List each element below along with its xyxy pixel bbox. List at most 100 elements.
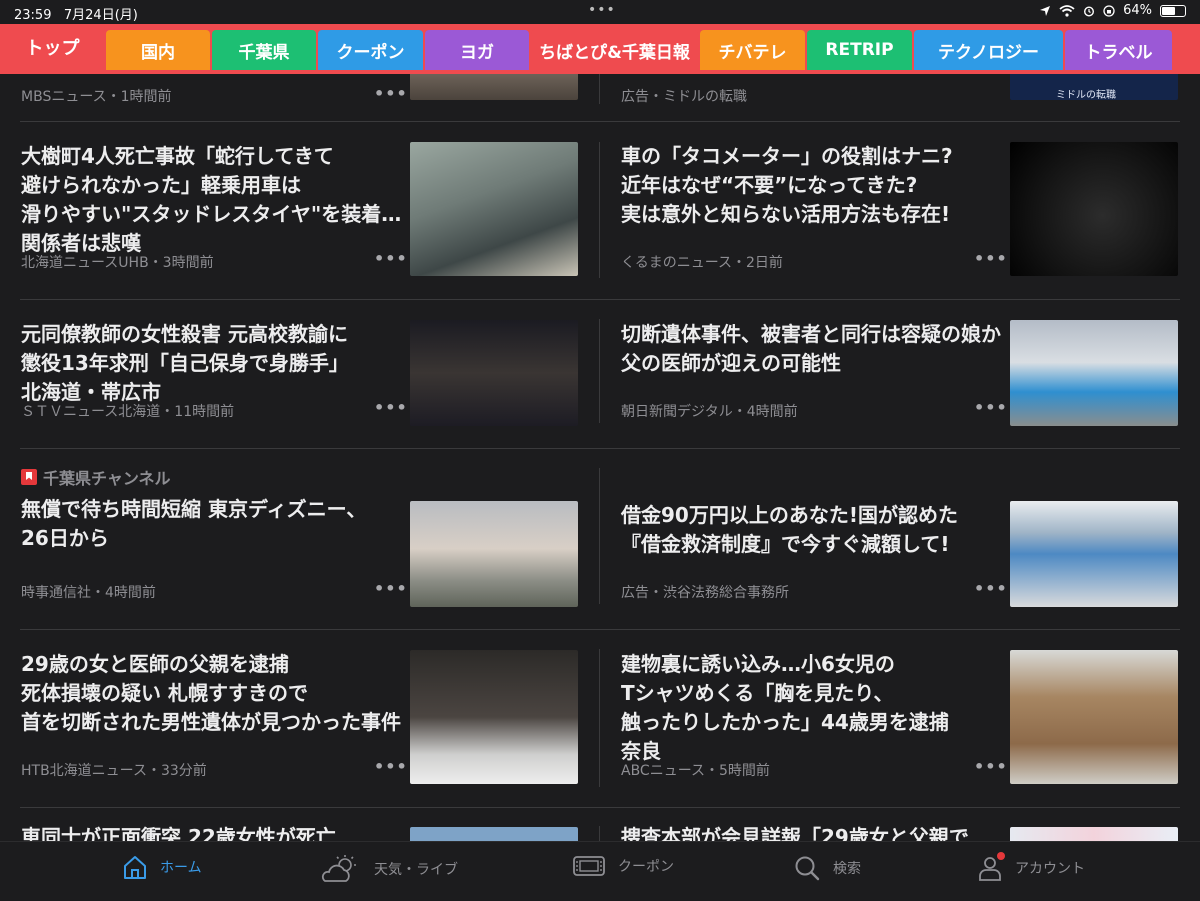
article-headline[interactable]: 借金90万円以上のあなた!国が認めた 『借金救済制度』で今すぐ減額して! [621,501,1001,559]
headline-line: 懲役13年求刑「自己保身で身勝手」 [21,351,349,375]
article-card[interactable]: 切断遺体事件、被害者と同行は容疑の娘か 父の医師が迎えの可能性朝日新聞デジタル・4… [600,299,1200,448]
article-thumbnail [410,650,578,784]
headline-line: Tシャツめくる「胸を見たり、 [621,681,894,705]
article-thumbnail [410,74,578,100]
channel-label[interactable]: 千葉県チャンネル [21,465,171,489]
article-thumbnail [1010,142,1178,276]
article-headline[interactable]: 建物裏に誘い込み…小6女児の Tシャツめくる「胸を見たり、 触ったりしたかった」44… [621,650,1001,766]
lock-rotation-icon [1103,4,1115,17]
more-options-icon[interactable]: ••• [374,84,408,103]
alarm-icon [1084,5,1095,17]
ad-card-partial-right[interactable]: 広告・ミドルの転職 ミドルの転職 [600,74,1200,121]
article-thumbnail [410,142,578,276]
status-bar: 23:59 7月24日(月) ••• 64% [0,0,1200,24]
article-headline[interactable]: 元同僚教師の女性殺害 元高校教諭に 懲役13年求刑「自己保身で身勝手」 北海道・帯広… [21,320,401,407]
tab-1[interactable]: 国内 [106,30,210,70]
headline-line: 車の「タコメーター」の役割はナニ? [621,144,953,168]
article-card[interactable]: 借金90万円以上のあなた!国が認めた 『借金救済制度』で今すぐ減額して! 広告・渋谷… [600,448,1200,629]
home-icon [122,854,148,880]
headline-line: 『借金救済制度』で今すぐ減額して! [621,532,950,556]
article-card-partial[interactable]: 捜査本部が会見詳報「29歳女と父親で [600,808,1200,841]
headline-line: 元同僚教師の女性殺害 元高校教諭に [21,322,348,346]
headline-line: 滑りやすい"スタッドレスタイヤ"を装着… [21,202,402,226]
article-card-partial[interactable]: 車同士が正面衝突 22歳女性が死亡 [0,808,600,841]
article-thumbnail [410,320,578,426]
article-headline[interactable]: 車同士が正面衝突 22歳女性が死亡 [21,823,336,841]
tab-overflow[interactable] [1174,30,1200,70]
tab-7[interactable]: RETRIP [807,30,912,70]
article-headline[interactable]: 切断遺体事件、被害者と同行は容疑の娘か 父の医師が迎えの可能性 [621,320,1001,378]
article-meta: くるまのニュース・2日前 [621,255,783,271]
more-options-icon[interactable]: ••• [374,249,408,268]
bottom-navigation: ホーム 天気・ライブ クーポン 検索 アカウント [0,841,1200,901]
headline-line: 死体損壊の疑い 札幌すすきので [21,681,308,705]
tab-2[interactable]: 千葉県 [212,30,316,70]
more-options-icon[interactable]: ••• [974,249,1008,268]
more-options-icon[interactable]: ••• [974,579,1008,598]
channel-name: 千葉県チャンネル [43,469,171,488]
article-meta: HTB北海道ニュース・33分前 [21,763,207,779]
tab-4[interactable]: ヨガ [425,30,529,70]
headline-line: 近年はなぜ“不要”になってきた? [621,173,918,197]
article-card[interactable]: 元同僚教師の女性殺害 元高校教諭に 懲役13年求刑「自己保身で身勝手」 北海道・帯広… [0,299,600,448]
column-divider [599,468,600,604]
article-card[interactable]: 建物裏に誘い込み…小6女児の Tシャツめくる「胸を見たり、 触ったりしたかった」44… [600,629,1200,807]
tab-0[interactable]: トップ [0,24,105,70]
headline-line: 避けられなかった」軽乗用車は [21,173,301,197]
article-card[interactable]: 千葉県チャンネル 無償で待ち時間短縮 東京ディズニー、 26日から 時事通信社・4時間… [0,448,600,629]
article-meta: 広告・ミドルの転職 [621,89,747,105]
article-card[interactable]: 車の「タコメーター」の役割はナニ? 近年はなぜ“不要”になってきた? 実は意外と知ら… [600,122,1200,299]
row-separator [20,629,1180,630]
headline-line: 実は意外と知らない活用方法も存在! [621,202,951,226]
battery-icon [1160,4,1186,17]
nav-label: 検索 [833,861,861,877]
article-meta: 朝日新聞デジタル・4時間前 [621,404,798,420]
headline-line: 父の医師が迎えの可能性 [621,351,841,375]
article-meta: ＳＴＶニュース北海道・11時間前 [21,404,235,420]
nav-label: 天気・ライブ [374,862,458,878]
article-headline[interactable]: 大樹町4人死亡事故「蛇行してきて 避けられなかった」軽乗用車は滑りやすい"スタッド… [21,142,401,258]
tab-8[interactable]: テクノロジー [914,30,1063,70]
more-options-icon[interactable]: ••• [974,398,1008,417]
more-options-icon[interactable]: ••• [974,757,1008,776]
article-card[interactable]: 29歳の女と医師の父親を逮捕 死体損壊の疑い 札幌すすきので 首を切断された男性遺体… [0,629,600,807]
weather-icon [318,854,362,884]
tab-9[interactable]: トラベル [1065,30,1172,70]
headline-line: 首を切断された男性遺体が見つかった事件 [21,710,401,734]
article-thumbnail [1010,650,1178,784]
multitasking-dots-icon[interactable]: ••• [588,2,616,18]
more-options-icon[interactable]: ••• [374,579,408,598]
article-headline[interactable]: 29歳の女と医師の父親を逮捕 死体損壊の疑い 札幌すすきので 首を切断された男性遺体… [21,650,401,737]
article-thumbnail [1010,827,1178,841]
nav-item-0[interactable]: ホーム [122,854,202,880]
headline-line: 無償で待ち時間短縮 東京ディズニー、 [21,497,367,521]
nav-item-2[interactable]: クーポン [572,854,674,878]
nav-item-1[interactable]: 天気・ライブ [318,854,458,884]
nav-item-3[interactable]: 検索 [793,854,861,882]
ad-thumbnail: ミドルの転職 [1010,74,1178,100]
headline-line: 大樹町4人死亡事故「蛇行してきて [21,144,334,168]
article-thumbnail [410,501,578,607]
article-card-partial-left[interactable]: MBSニュース・1時間前 ••• [0,74,600,121]
column-divider [599,142,600,278]
coupon-icon [572,854,606,878]
tab-5[interactable]: ちばとぴ&千葉日報 [531,30,698,70]
article-headline[interactable]: 無償で待ち時間短縮 東京ディズニー、 26日から [21,495,401,553]
search-icon [793,854,821,882]
bookmark-icon [21,469,37,485]
tab-3[interactable]: クーポン [318,30,423,70]
ad-thumbnail-text: ミドルの転職 [1056,90,1116,100]
article-thumbnail [410,827,578,841]
nav-label: ホーム [160,860,202,876]
article-meta: MBSニュース・1時間前 [21,89,172,105]
article-headline[interactable]: 車の「タコメーター」の役割はナニ? 近年はなぜ“不要”になってきた? 実は意外と知ら… [621,142,1001,229]
tab-6[interactable]: チバテレ [700,30,805,70]
article-card[interactable]: 大樹町4人死亡事故「蛇行してきて 避けられなかった」軽乗用車は滑りやすい"スタッド… [0,122,600,299]
headline-line: 26日から [21,526,109,550]
more-options-icon[interactable]: ••• [374,398,408,417]
more-options-icon[interactable]: ••• [374,757,408,776]
nav-item-4[interactable]: アカウント [977,852,1085,882]
column-divider [599,649,600,787]
battery-percent: 64% [1123,3,1152,18]
article-headline[interactable]: 捜査本部が会見詳報「29歳女と父親で [621,823,969,841]
